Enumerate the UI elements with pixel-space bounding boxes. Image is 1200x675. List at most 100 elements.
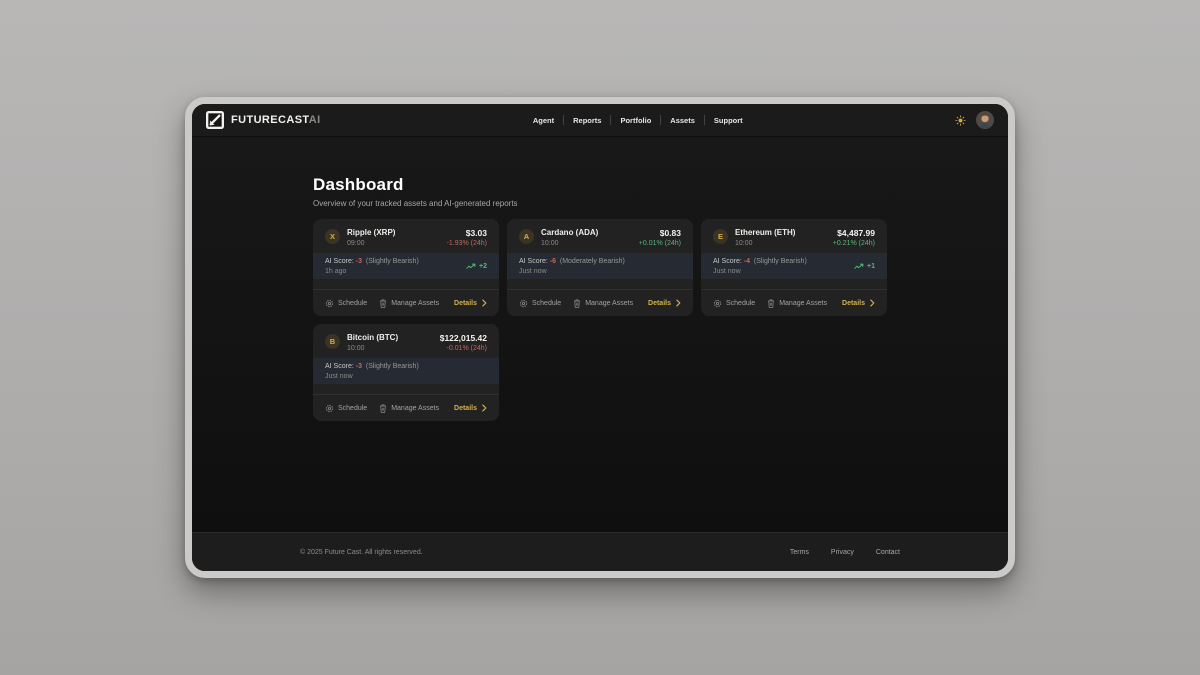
schedule-button[interactable]: Schedule: [325, 404, 367, 413]
score-line: AI Score: -3 (Slightly Bearish): [325, 362, 419, 371]
schedule-label: Schedule: [338, 405, 367, 412]
asset-card: B Bitcoin (BTC) 10:00 $122,015.42 -0.01%…: [313, 324, 499, 421]
gear-icon: [519, 299, 528, 308]
nav-link[interactable]: Assets: [670, 116, 695, 125]
price-block: $3.03 -1.93% (24h): [447, 228, 487, 247]
score-value: -3: [356, 363, 362, 370]
footer-link[interactable]: Contact: [876, 549, 900, 556]
trash-icon: [379, 404, 387, 413]
asset-title-block: Cardano (ADA) 10:00: [541, 228, 598, 247]
nav-divider: [563, 115, 564, 125]
manage-assets-button[interactable]: Manage Assets: [379, 404, 439, 413]
price-change: -0.01% (24h): [440, 345, 487, 352]
manage-assets-label: Manage Assets: [391, 300, 439, 307]
trend-up-icon: [466, 263, 476, 270]
manage-assets-label: Manage Assets: [391, 405, 439, 412]
brand-name-suffix: AI: [309, 114, 321, 126]
schedule-label: Schedule: [726, 300, 755, 307]
asset-price: $0.83: [639, 228, 681, 238]
nav-link[interactable]: Agent: [533, 116, 554, 125]
nav-link[interactable]: Portfolio: [620, 116, 651, 125]
schedule-button[interactable]: Schedule: [325, 299, 367, 308]
score-sentiment: (Slightly Bearish): [366, 258, 419, 265]
trend-indicator: +1: [854, 263, 875, 270]
asset-name: Ethereum (ETH): [735, 228, 795, 238]
chevron-right-icon: [870, 299, 875, 307]
card-header: A Cardano (ADA) 10:00 $0.83 +0.01% (24h): [507, 219, 693, 253]
asset-card: X Ripple (XRP) 09:00 $3.03 -1.93% (24h) …: [313, 219, 499, 316]
score-value: -4: [744, 258, 750, 265]
nav-link[interactable]: Reports: [573, 116, 601, 125]
score-sentiment: (Slightly Bearish): [754, 258, 807, 265]
score-value: -6: [550, 258, 556, 265]
sun-icon: [955, 115, 966, 126]
score-line: AI Score: -6 (Moderately Bearish): [519, 257, 625, 266]
score-updated: Just now: [519, 268, 625, 275]
nav-link[interactable]: Support: [714, 116, 743, 125]
details-button[interactable]: Details: [454, 299, 487, 307]
brand-name: FUTURECASTAI: [231, 114, 321, 126]
manage-assets-label: Manage Assets: [779, 300, 827, 307]
asset-name: Bitcoin (BTC): [347, 333, 398, 343]
trend-up-icon: [854, 263, 864, 270]
details-label: Details: [648, 300, 671, 307]
theme-toggle-button[interactable]: [955, 115, 966, 126]
card-header: X Ripple (XRP) 09:00 $3.03 -1.93% (24h): [313, 219, 499, 253]
footer-link[interactable]: Terms: [790, 549, 809, 556]
asset-title-block: Bitcoin (BTC) 10:00: [347, 333, 398, 352]
price-block: $122,015.42 -0.01% (24h): [440, 333, 487, 352]
score-label: AI Score:: [325, 258, 354, 265]
manage-assets-button[interactable]: Manage Assets: [379, 299, 439, 308]
trash-icon: [573, 299, 581, 308]
score-label: AI Score:: [519, 258, 548, 265]
asset-letter-icon: A: [519, 229, 534, 244]
asset-letter-icon: E: [713, 229, 728, 244]
details-label: Details: [454, 300, 477, 307]
ai-score-strip: AI Score: -3 (Slightly Bearish) Just now: [313, 358, 499, 384]
price-block: $0.83 +0.01% (24h): [639, 228, 681, 247]
details-button[interactable]: Details: [454, 404, 487, 412]
asset-price: $3.03: [447, 228, 487, 238]
chevron-right-icon: [676, 299, 681, 307]
footer-link[interactable]: Privacy: [831, 549, 854, 556]
details-label: Details: [842, 300, 865, 307]
user-avatar[interactable]: [976, 111, 994, 129]
price-block: $4,487.99 +0.21% (24h): [833, 228, 875, 247]
schedule-label: Schedule: [532, 300, 561, 307]
asset-name: Cardano (ADA): [541, 228, 598, 238]
asset-letter-icon: B: [325, 334, 340, 349]
score-label: AI Score:: [325, 363, 354, 370]
asset-time: 10:00: [735, 240, 795, 247]
schedule-button[interactable]: Schedule: [713, 299, 755, 308]
score-line: AI Score: -4 (Slightly Bearish): [713, 257, 807, 266]
score-updated: Just now: [713, 268, 807, 275]
card-actions: Schedule Manage Assets De: [507, 289, 693, 316]
score-updated: 1h ago: [325, 268, 419, 275]
brand: FUTURECASTAI: [206, 111, 321, 129]
main-nav: Agent Reports Portfolio Assets Support: [321, 115, 955, 125]
asset-price: $4,487.99: [833, 228, 875, 238]
nav-divider: [660, 115, 661, 125]
page-title: Dashboard: [313, 175, 887, 195]
card-actions: Schedule Manage Assets De: [313, 394, 499, 421]
schedule-button[interactable]: Schedule: [519, 299, 561, 308]
gear-icon: [713, 299, 722, 308]
gear-icon: [325, 299, 334, 308]
ai-score-strip: AI Score: -3 (Slightly Bearish) 1h ago +…: [313, 253, 499, 279]
chevron-right-icon: [482, 404, 487, 412]
asset-card: A Cardano (ADA) 10:00 $0.83 +0.01% (24h)…: [507, 219, 693, 316]
manage-assets-button[interactable]: Manage Assets: [573, 299, 633, 308]
app-window: FUTURECASTAI Agent Reports Portfolio Assets…: [185, 97, 1015, 578]
manage-assets-label: Manage Assets: [585, 300, 633, 307]
manage-assets-button[interactable]: Manage Assets: [767, 299, 827, 308]
brand-name-bold: FUTURECAST: [231, 114, 309, 126]
score-block: AI Score: -3 (Slightly Bearish) 1h ago: [325, 257, 419, 275]
page-subtitle: Overview of your tracked assets and AI-g…: [313, 199, 887, 208]
details-button[interactable]: Details: [648, 299, 681, 307]
score-block: AI Score: -3 (Slightly Bearish) Just now: [325, 362, 419, 380]
cards-grid: X Ripple (XRP) 09:00 $3.03 -1.93% (24h) …: [313, 219, 887, 421]
card-actions: Schedule Manage Assets De: [701, 289, 887, 316]
asset-price: $122,015.42: [440, 333, 487, 343]
card-header: B Bitcoin (BTC) 10:00 $122,015.42 -0.01%…: [313, 324, 499, 358]
details-button[interactable]: Details: [842, 299, 875, 307]
